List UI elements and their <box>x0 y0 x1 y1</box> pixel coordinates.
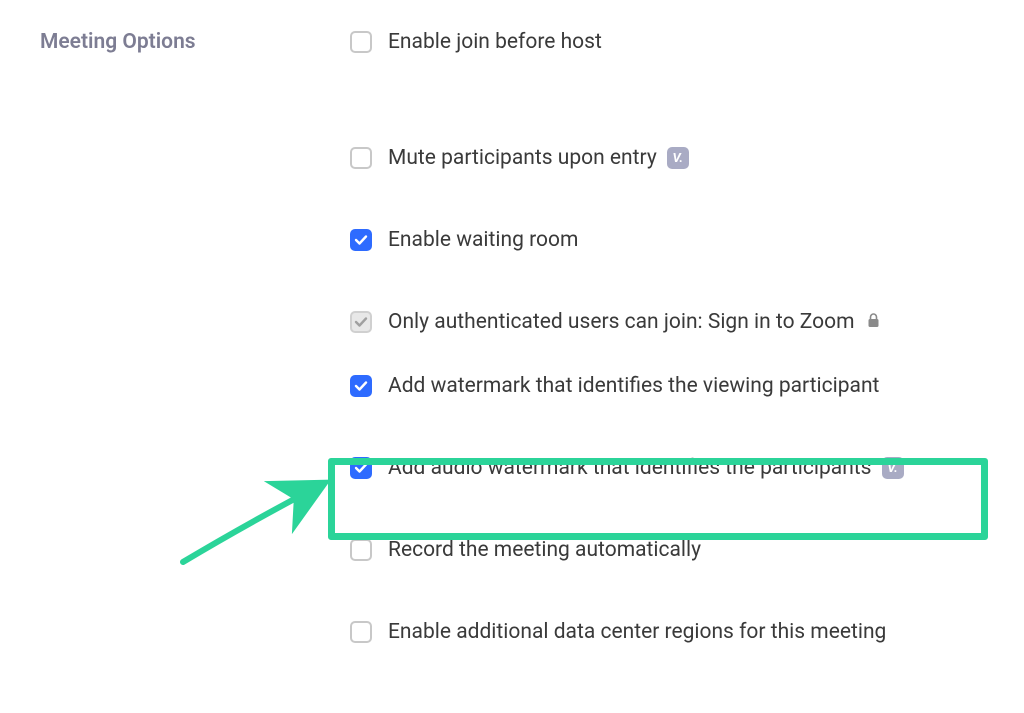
checkbox-waiting-room[interactable] <box>350 229 372 251</box>
info-badge-icon[interactable]: V. <box>667 147 689 169</box>
option-label: Mute participants upon entry <box>388 146 657 170</box>
checkbox-video-watermark[interactable] <box>350 375 372 397</box>
checkbox-mute-on-entry[interactable] <box>350 147 372 169</box>
option-label: Enable additional data center regions fo… <box>388 620 886 644</box>
checkbox-auto-record[interactable] <box>350 539 372 561</box>
checkbox-data-center-regions[interactable] <box>350 621 372 643</box>
option-authenticated-only: Only authenticated users can join: Sign … <box>350 304 984 340</box>
option-mute-on-entry: Mute participants upon entry V. <box>350 140 984 176</box>
section-title: Meeting Options <box>40 24 350 650</box>
annotation-highlight-box <box>328 458 988 540</box>
checkbox-join-before-host[interactable] <box>350 31 372 53</box>
option-join-before-host: Enable join before host <box>350 24 984 60</box>
option-waiting-room: Enable waiting room <box>350 222 984 258</box>
option-label: Record the meeting automatically <box>388 538 701 562</box>
meeting-options-list: Enable join before host Mute participant… <box>350 24 984 650</box>
checkbox-authenticated-only <box>350 311 372 333</box>
option-label: Enable join before host <box>388 30 602 54</box>
option-video-watermark: Add watermark that identifies the viewin… <box>350 368 984 404</box>
option-label: Only authenticated users can join: Sign … <box>388 310 855 334</box>
option-data-center-regions: Enable additional data center regions fo… <box>350 614 984 650</box>
option-label: Add watermark that identifies the viewin… <box>388 374 879 398</box>
option-label: Enable waiting room <box>388 228 578 252</box>
lock-icon <box>867 313 880 332</box>
